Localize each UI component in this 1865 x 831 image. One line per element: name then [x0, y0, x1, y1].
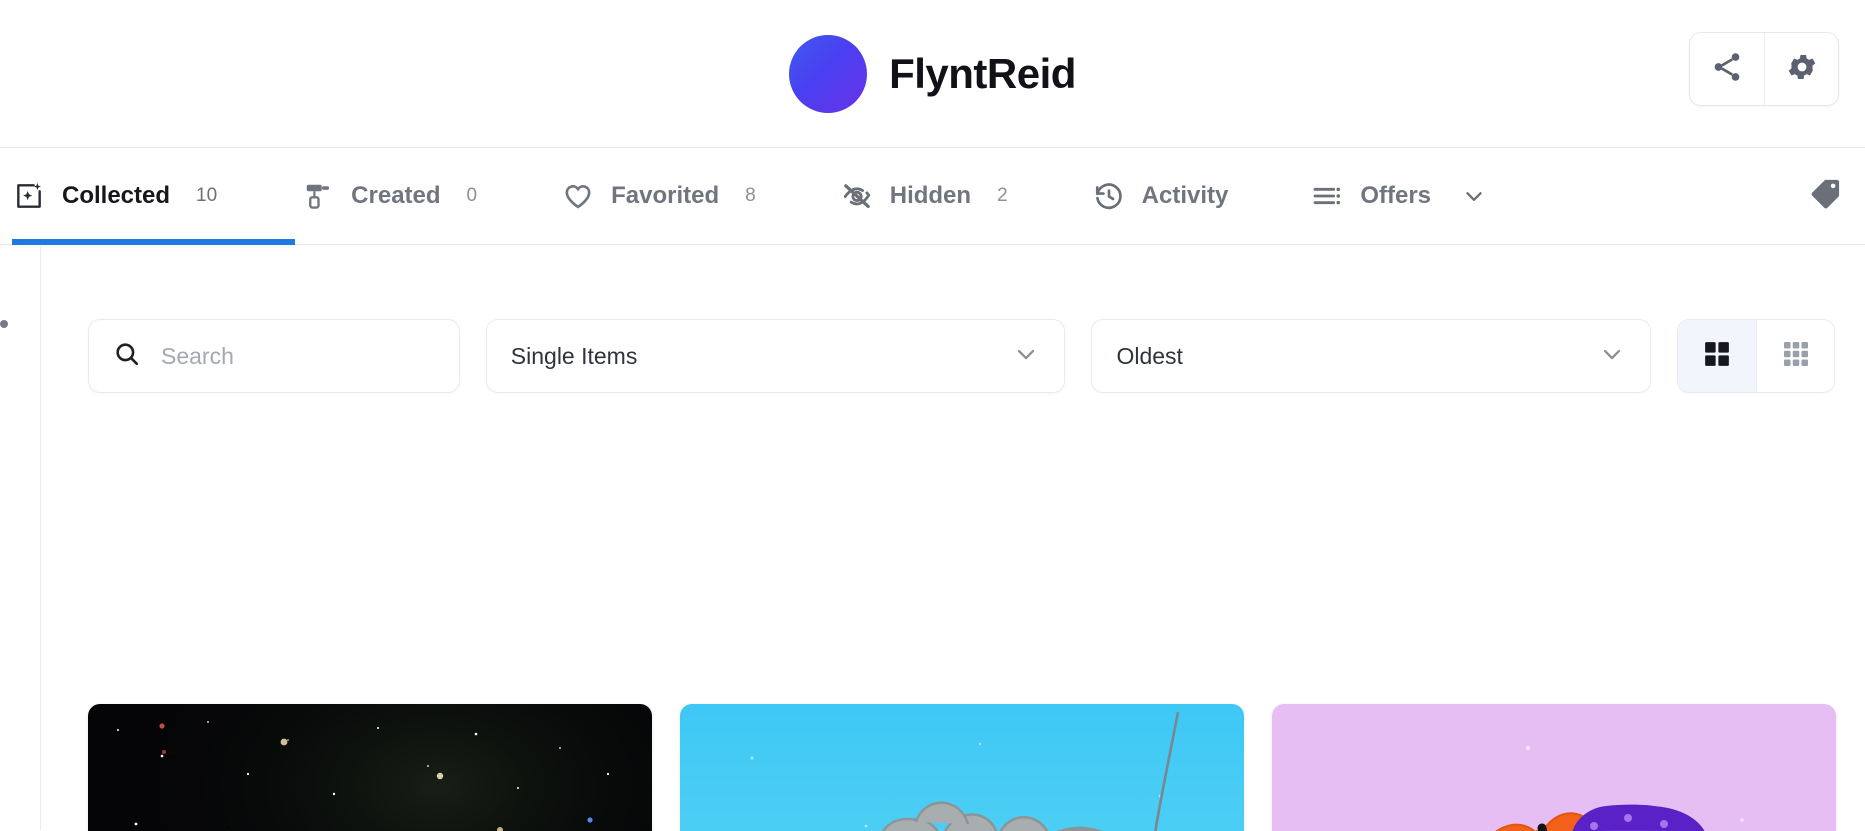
page-title: FlyntReid	[889, 49, 1076, 97]
brand-circle-gradient-icon	[789, 34, 868, 113]
space-planet-artwork	[88, 704, 652, 831]
grid-3x3-icon	[1781, 339, 1811, 374]
search-icon	[113, 340, 141, 373]
nft-profile-page: FlyntReid Collected 10 Created 0 Favorit…	[0, 0, 1865, 831]
search-field[interactable]	[88, 319, 460, 393]
chevron-down-icon[interactable]	[1461, 183, 1487, 209]
type-filter-value: Single Items	[510, 342, 638, 369]
settings-button[interactable]	[1764, 33, 1838, 105]
search-input[interactable]	[161, 342, 435, 370]
paint-roller-icon	[301, 179, 335, 213]
tag-button[interactable]	[1807, 176, 1843, 217]
tag-icon	[1807, 176, 1843, 217]
tab-hidden[interactable]: Hidden 2	[840, 148, 1008, 244]
sort-filter-select[interactable]: Oldest	[1091, 319, 1652, 393]
image-sparkle-icon	[12, 179, 46, 213]
grid-2x2-icon	[1702, 339, 1732, 374]
nft-card[interactable]	[88, 704, 652, 831]
tab-collected-label: Collected	[62, 182, 171, 209]
sidebar-divider	[40, 245, 41, 830]
tiger-fish-artwork	[1272, 704, 1836, 831]
tab-created[interactable]: Created 0	[301, 148, 477, 244]
angler-fish-artwork	[680, 704, 1244, 831]
small-grid-view-button[interactable]	[1756, 320, 1834, 392]
list-icon	[1310, 179, 1344, 213]
tab-hidden-count: 2	[997, 185, 1008, 206]
large-grid-view-button[interactable]	[1678, 320, 1757, 392]
content-area: Single Items Oldest	[0, 245, 1865, 831]
nft-grid	[88, 704, 1836, 831]
tab-activity-label: Activity	[1141, 182, 1229, 209]
tab-collected[interactable]: Collected 10	[12, 148, 295, 245]
clock-rewind-icon	[1092, 179, 1126, 213]
sort-filter-value: Oldest	[1116, 342, 1183, 369]
tab-favorited[interactable]: Favorited 8	[561, 148, 756, 244]
nft-card[interactable]	[680, 704, 1244, 831]
header-action-group	[1689, 32, 1839, 106]
type-filter-select[interactable]: Single Items	[485, 319, 1066, 393]
heart-icon	[561, 179, 595, 213]
tab-offers[interactable]: Offers	[1310, 148, 1487, 244]
brand[interactable]: FlyntReid	[789, 34, 1076, 113]
tab-activity[interactable]: Activity	[1092, 148, 1229, 244]
eye-off-icon	[840, 179, 874, 213]
gear-icon	[1785, 50, 1819, 89]
tab-favorited-count: 8	[745, 185, 756, 206]
filter-toolbar: Single Items Oldest	[88, 319, 1835, 393]
tab-collected-count: 10	[196, 185, 218, 206]
sidebar-collapse-handle[interactable]	[0, 320, 8, 328]
nft-card[interactable]	[1272, 704, 1836, 831]
chevron-down-icon	[1598, 340, 1626, 373]
tab-created-label: Created	[351, 182, 441, 209]
tab-hidden-label: Hidden	[889, 182, 972, 209]
tab-offers-label: Offers	[1360, 182, 1432, 209]
app-header: FlyntReid	[0, 0, 1865, 148]
tab-favorited-label: Favorited	[611, 182, 720, 209]
view-toggle-group	[1677, 319, 1835, 393]
share-icon	[1710, 50, 1744, 89]
chevron-down-icon	[1012, 340, 1040, 373]
tab-created-count: 0	[466, 185, 478, 206]
share-button[interactable]	[1690, 33, 1764, 105]
tab-bar: Collected 10 Created 0 Favorited 8 Hidde…	[0, 148, 1865, 245]
